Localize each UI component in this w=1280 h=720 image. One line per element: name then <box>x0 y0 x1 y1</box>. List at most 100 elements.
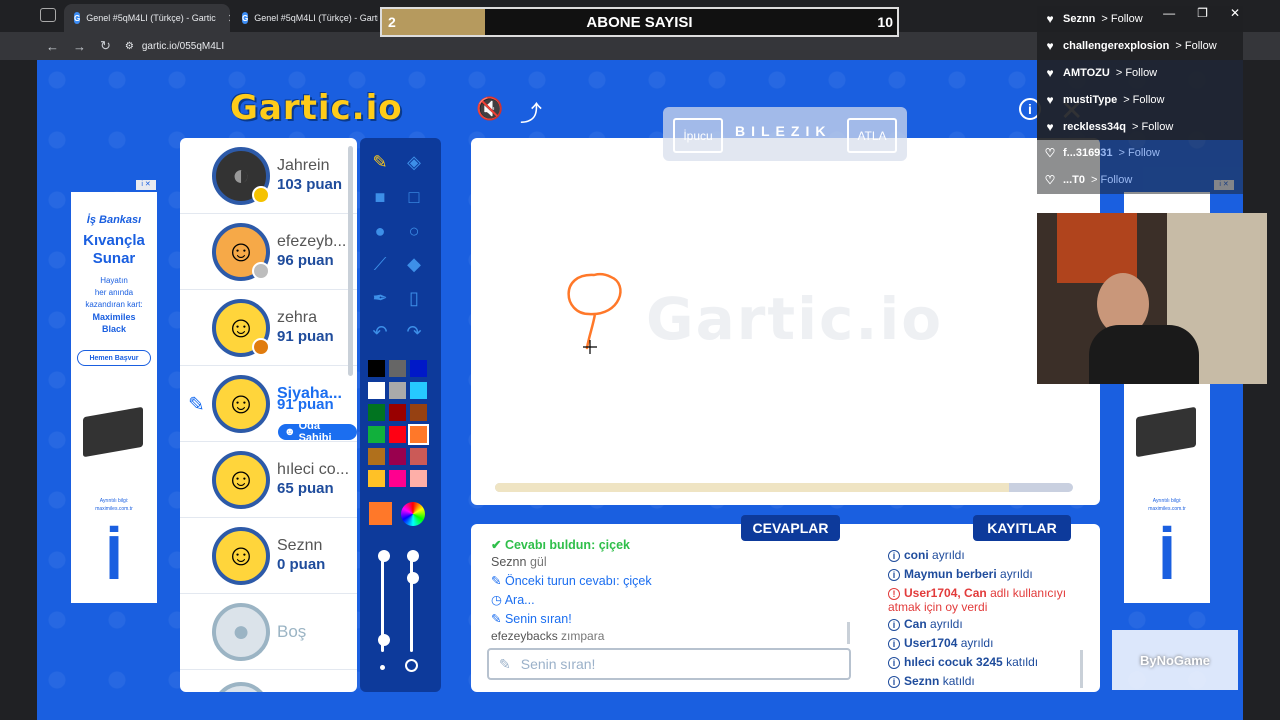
color-swatch[interactable] <box>410 448 427 465</box>
color-swatch[interactable] <box>368 470 385 487</box>
bank-logo-icon: İ <box>1158 524 1176 593</box>
empty-avatar: ● <box>212 682 270 692</box>
small-brush-indicator <box>380 665 385 670</box>
color-swatch[interactable] <box>389 382 406 399</box>
log-line: i coni ayrıldı <box>888 548 965 562</box>
pencil-tool-icon[interactable]: ✎ <box>366 148 394 176</box>
clock-icon: ◷ <box>491 593 502 607</box>
player-row[interactable]: ☺ hıleci co... 65 puan <box>180 442 357 518</box>
player-points: 103 puan <box>277 176 343 193</box>
color-wheel-icon[interactable] <box>401 502 425 526</box>
ad-apply-button[interactable]: Hemen Başvur <box>77 350 151 366</box>
minimize-icon[interactable]: — <box>1163 6 1175 20</box>
color-swatch[interactable] <box>389 470 406 487</box>
hint-button[interactable]: İpucu <box>673 118 723 153</box>
heart-icon: ♥ <box>1046 92 1054 107</box>
log-line: i Maymun berberi ayrıldı <box>888 567 1033 581</box>
redo-icon[interactable]: ↷ <box>400 318 428 346</box>
heart-icon: ♡ <box>1044 173 1056 188</box>
browser-tab-2[interactable]: G Genel #5qM4LI (Türkçe) - Gartic <box>232 4 378 32</box>
tab-search-icon[interactable] <box>40 8 56 22</box>
color-swatch[interactable] <box>368 382 385 399</box>
filled-circle-tool-icon[interactable]: ● <box>366 217 394 245</box>
player-row[interactable]: ☺ efezeyb... 96 puan <box>180 214 357 290</box>
circle-tool-icon[interactable]: ○ <box>400 217 428 245</box>
filled-rect-tool-icon[interactable]: ■ <box>366 183 394 211</box>
player-points: 91 puan <box>277 396 334 413</box>
logs-panel: i coni ayrıldı i Maymun berberi ayrıldı ! U… <box>866 524 1100 692</box>
site-info-icon[interactable]: ⚙ <box>125 41 134 52</box>
player-row[interactable]: ☺ zehra 91 puan <box>180 290 357 366</box>
pencil-icon: ✎ <box>491 612 502 626</box>
line-tool-icon[interactable]: ⟋ <box>366 250 394 278</box>
color-swatch[interactable] <box>408 424 429 445</box>
drawing-canvas[interactable]: Gartic.io <box>471 138 1100 505</box>
color-swatch[interactable] <box>389 448 406 465</box>
url-field[interactable]: ⚙ gartic.io/055qM4LI <box>125 41 224 52</box>
color-swatch[interactable] <box>368 404 385 421</box>
ad-choices-icon[interactable]: i ✕ <box>136 180 156 190</box>
answer-line: ◷ Ara... <box>491 593 535 607</box>
color-swatch[interactable] <box>389 360 406 377</box>
color-swatch[interactable] <box>389 426 406 443</box>
slider-knob[interactable] <box>377 634 390 646</box>
left-advertisement[interactable]: İş Bankası Kıvançla Sunar Hayatın her an… <box>71 192 157 603</box>
drawing-strokes <box>567 272 622 354</box>
answer-input[interactable]: ✎ Senin sıran! <box>487 648 851 680</box>
slider-knob[interactable] <box>377 550 390 562</box>
color-swatch[interactable] <box>368 426 385 443</box>
opacity-slider[interactable] <box>410 556 413 652</box>
slider-knob[interactable] <box>406 572 419 584</box>
color-swatch[interactable] <box>410 404 427 421</box>
follow-alert: ♥ challengerexplosion > Follow <box>1037 32 1243 60</box>
player-list-scrollbar[interactable] <box>348 146 353 376</box>
browser-tab-1[interactable]: G Genel #5qM4LI (Türkçe) - Gartic ✕ <box>64 4 230 32</box>
color-swatch[interactable] <box>410 382 427 399</box>
forward-icon[interactable]: → <box>73 39 86 54</box>
color-swatch[interactable] <box>389 404 406 421</box>
color-swatch[interactable] <box>410 470 427 487</box>
color-swatch[interactable] <box>368 360 385 377</box>
color-swatch[interactable] <box>410 360 427 377</box>
player-row[interactable]: ☺ Seznn 0 puan <box>180 518 357 594</box>
eyedropper-tool-icon[interactable]: ✒ <box>366 284 394 312</box>
reload-icon[interactable]: ↻ <box>100 38 111 54</box>
close-tab-icon[interactable]: ✕ <box>228 12 230 25</box>
heart-icon: ♥ <box>1046 39 1054 54</box>
pencil-icon: ✎ <box>491 574 502 588</box>
maximize-icon[interactable]: ❐ <box>1197 6 1208 20</box>
back-icon[interactable]: ← <box>46 39 59 54</box>
fill-tool-icon[interactable]: ◆ <box>400 250 428 278</box>
clear-page-icon[interactable]: ▯ <box>400 284 428 312</box>
logs-scrollbar[interactable] <box>1080 650 1083 688</box>
hint-panel: İpucu BILEZIK ATLA <box>663 107 907 161</box>
bynogame-logo: ByNoGame <box>1112 630 1238 690</box>
eraser-tool-icon[interactable]: ◈ <box>400 148 428 176</box>
logs-tab[interactable]: KAYITLAR <box>973 515 1071 541</box>
undo-icon[interactable]: ↶ <box>366 318 394 346</box>
info-icon: i <box>888 550 900 562</box>
follow-alert: ♡ f...316931 > Follow <box>1037 139 1243 167</box>
empty-slot-label: Boş <box>277 622 307 641</box>
slider-knob[interactable] <box>406 550 419 562</box>
player-points: 96 puan <box>277 252 334 269</box>
follow-alerts: ♥ Seznn > Follow ♥ challengerexplosion > Fol… <box>1037 6 1243 194</box>
mute-icon[interactable]: 🔇 <box>476 96 503 122</box>
player-row[interactable]: ◐ Jahrein 103 puan <box>180 138 357 214</box>
answer-line: ✎ Senin sıran! <box>491 612 572 626</box>
player-row-current-drawer[interactable]: ✎ ☺ Siyaha... 91 puan ☻ Oda Sahibi <box>180 366 357 444</box>
rect-tool-icon[interactable]: □ <box>400 183 428 211</box>
share-icon[interactable]: ⤴ <box>520 96 542 128</box>
round-timer-bar <box>495 483 1073 492</box>
tab-title: Genel #5qM4LI (Türkçe) - Gartic <box>254 13 378 23</box>
color-swatch[interactable] <box>368 448 385 465</box>
player-name: Jahrein <box>277 157 330 174</box>
answers-tab[interactable]: CEVAPLAR <box>741 515 840 541</box>
credit-card-image <box>1136 406 1196 458</box>
drawing-toolbar: ✎ ◈ ■ □ ● ○ ⟋ ◆ ✒ ▯ ↶ ↷ <box>360 138 441 692</box>
screen: G Genel #5qM4LI (Türkçe) - Gartic ✕ G Ge… <box>0 0 1280 720</box>
skip-button[interactable]: ATLA <box>847 118 897 153</box>
close-window-icon[interactable]: ✕ <box>1230 6 1240 20</box>
pencil-icon: ✎ <box>499 655 511 672</box>
answers-scrollbar[interactable] <box>847 622 850 644</box>
